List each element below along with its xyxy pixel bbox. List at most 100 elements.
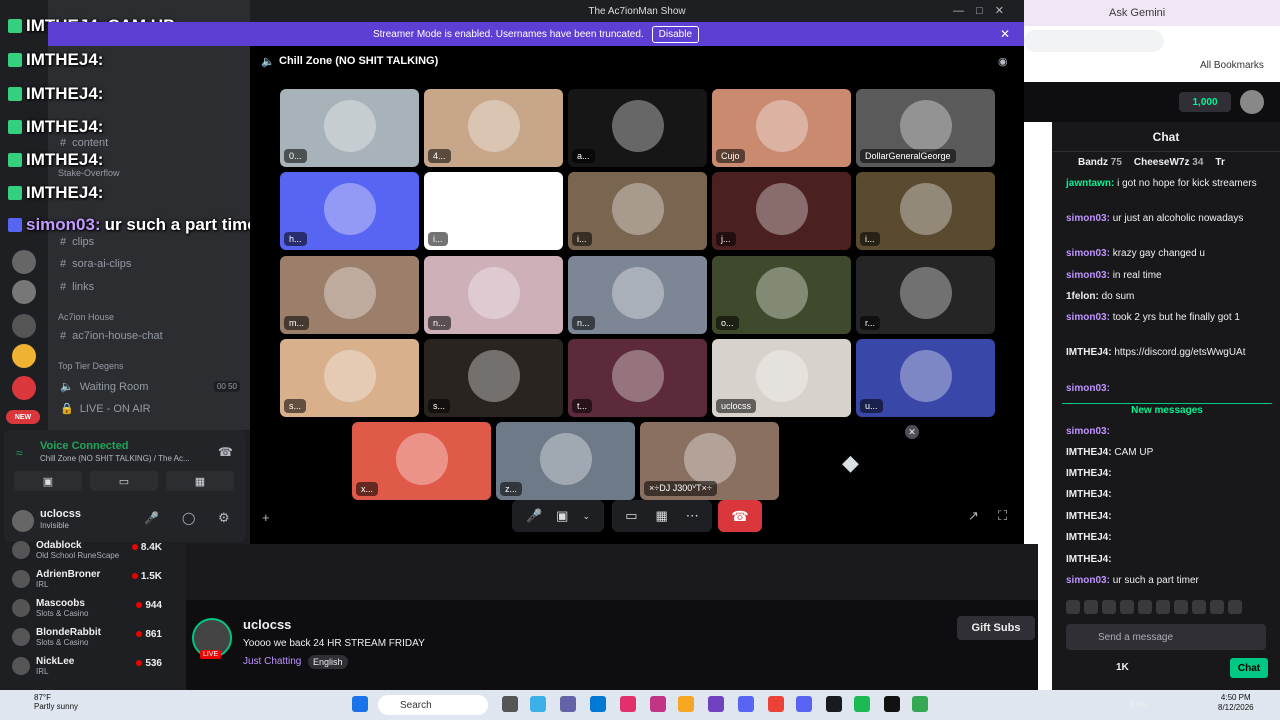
channel-item[interactable]: # sora-ai-clips [60, 258, 131, 270]
participant-tile[interactable]: uclocss [712, 339, 851, 417]
activities-icon[interactable]: ◆ [842, 450, 859, 476]
chat-username[interactable]: simon03: [1066, 270, 1110, 281]
followed-channel[interactable]: AdrienBroner IRL 1.5K [12, 569, 162, 589]
emote-icon[interactable] [1066, 600, 1080, 614]
participant-tile[interactable]: i... [424, 172, 563, 250]
emote-icon[interactable] [1102, 600, 1116, 614]
close-icon[interactable]: ✕ [1000, 27, 1010, 41]
chrome-icon[interactable] [768, 696, 784, 712]
chrome-icon[interactable] [738, 696, 754, 712]
participant-tile[interactable]: i... [856, 172, 995, 250]
steam-icon[interactable] [826, 696, 842, 712]
chat-send-button[interactable]: Chat [1230, 658, 1268, 678]
chat-bubble-icon[interactable]: ◉ [998, 55, 1008, 68]
mute-icon[interactable]: 🎤 [526, 508, 542, 524]
all-bookmarks[interactable]: All Bookmarks [1200, 60, 1264, 71]
username[interactable]: uclocss [40, 508, 81, 520]
category-label[interactable]: Top Tier Degens [58, 361, 124, 371]
participant-tile[interactable]: j... [712, 172, 851, 250]
chat-message[interactable]: IMTHEJ4: [1066, 531, 1274, 545]
participant-tile[interactable]: 0... [280, 89, 419, 167]
emote-icon[interactable] [1156, 600, 1170, 614]
server-icon[interactable] [12, 314, 36, 338]
voice-channel-path[interactable]: Chill Zone (NO SHIT TALKING) / The Ac... [40, 454, 190, 463]
disconnect-icon[interactable]: ☎ [218, 445, 233, 459]
chat-message[interactable]: simon03: in real time [1066, 269, 1274, 283]
followed-channel[interactable]: Odablock Old School RuneScape 8.4K [12, 540, 162, 560]
chat-message[interactable]: IMTHEJ4: [1066, 510, 1274, 524]
chat-username[interactable]: 1felon: [1066, 291, 1099, 302]
voice-channel-item[interactable]: 🔒 LIVE - ON AIR [60, 402, 151, 416]
voice-status[interactable]: Voice Connected [40, 440, 128, 452]
chat-message[interactable]: simon03: [1066, 425, 1274, 439]
chat-username[interactable]: simon03: [1066, 426, 1110, 437]
discord-icon[interactable] [796, 696, 812, 712]
participant-tile[interactable]: t... [568, 339, 707, 417]
server-icon[interactable] [12, 250, 36, 274]
participant-tile[interactable]: Cujo [712, 89, 851, 167]
participant-tile[interactable]: n... [424, 256, 563, 334]
chat-username[interactable]: IMTHEJ4: [1066, 532, 1112, 543]
chat-input[interactable]: Send a message [1066, 624, 1266, 650]
channel-item[interactable]: # ac7ion-house-chat [60, 330, 163, 342]
edge-icon[interactable] [530, 696, 546, 712]
chat-message[interactable]: IMTHEJ4: CAM UP [1066, 446, 1274, 460]
stream-category[interactable]: Just Chatting [243, 656, 301, 667]
channel-points[interactable]: 1K [1116, 662, 1129, 673]
chat-username[interactable]: simon03: [1066, 575, 1110, 586]
chat-message[interactable]: simon03: [1066, 382, 1274, 396]
chat-message[interactable]: simon03: krazy gay changed u [1066, 247, 1274, 261]
camera-off-icon[interactable]: ▣ [556, 508, 568, 524]
chat-username[interactable]: simon03: [1066, 213, 1110, 224]
camera-off-button[interactable]: ▣ [14, 471, 82, 491]
popout-icon[interactable]: ↗ [968, 508, 979, 524]
channel-item[interactable]: # clips [60, 236, 94, 248]
chat-message[interactable]: simon03: took 2 yrs but he finally got 1 [1066, 311, 1274, 325]
chat-message[interactable]: simon03: ur such a part timer [1066, 574, 1274, 588]
clock[interactable]: 4:50 PM 8/12/2026 [1218, 693, 1254, 713]
voice-channel-item[interactable]: 🔈 Waiting Room 00 50 [60, 380, 240, 393]
address-bar[interactable] [1024, 30, 1164, 52]
participant-tile[interactable]: DollarGeneralGeorge [856, 89, 995, 167]
new-messages-divider[interactable]: New messages [1062, 403, 1272, 417]
more-icon[interactable]: ⋯ [686, 508, 699, 524]
server-icon[interactable] [12, 376, 36, 400]
disable-button[interactable]: Disable [651, 25, 700, 43]
chrome-icon[interactable] [912, 696, 928, 712]
add-user-icon[interactable]: + [262, 510, 270, 525]
participant-tile[interactable]: ×÷DJ J300ⱽT×÷ [640, 422, 779, 500]
participant-tile[interactable]: x... [352, 422, 491, 500]
streamer-name[interactable]: uclocss [243, 617, 291, 632]
window-controls[interactable]: —□✕ [953, 4, 1016, 17]
language-tag[interactable]: English [308, 655, 348, 669]
followed-channel[interactable]: NickLee IRL 536 [12, 656, 162, 676]
participant-tile[interactable]: 4... [424, 89, 563, 167]
chat-username[interactable]: simon03: [1066, 248, 1110, 259]
chat-username[interactable]: jawntawn: [1066, 178, 1114, 189]
activities-icon[interactable]: ▦ [656, 508, 668, 524]
followed-channel[interactable]: Mascoobs Slots & Casino 944 [12, 598, 162, 618]
avatar[interactable] [12, 510, 34, 532]
top-chatter[interactable]: Bandz 75 [1078, 157, 1122, 168]
chat-message[interactable]: IMTHEJ4: [1066, 467, 1274, 481]
weather-widget[interactable]: 87°F Partly sunny [34, 693, 78, 711]
taskbar-search[interactable]: Search [378, 695, 488, 715]
start-icon[interactable] [352, 696, 368, 712]
category-label[interactable]: Ac7ion House [58, 312, 114, 322]
participant-tile[interactable]: s... [424, 339, 563, 417]
participant-tile[interactable]: o... [712, 256, 851, 334]
server-icon[interactable] [12, 280, 36, 304]
gear-icon[interactable]: ⚙ [218, 510, 230, 526]
chat-message[interactable]: IMTHEJ4: [1066, 488, 1274, 502]
chevron-down-icon[interactable]: ⌄ [582, 511, 590, 522]
server-icon[interactable] [12, 344, 36, 368]
app-icon[interactable] [884, 696, 900, 712]
followed-channel[interactable]: BlondeRabbit Slots & Casino 861 [12, 627, 162, 647]
top-chatter[interactable]: Tr [1215, 157, 1224, 168]
participant-tile[interactable]: r... [856, 256, 995, 334]
fullscreen-icon[interactable]: ⛶ [998, 508, 1007, 524]
emote-icon[interactable] [1084, 600, 1098, 614]
emote-icon[interactable] [1174, 600, 1188, 614]
participant-tile[interactable]: h... [280, 172, 419, 250]
chat-username[interactable]: IMTHEJ4: [1066, 347, 1112, 358]
